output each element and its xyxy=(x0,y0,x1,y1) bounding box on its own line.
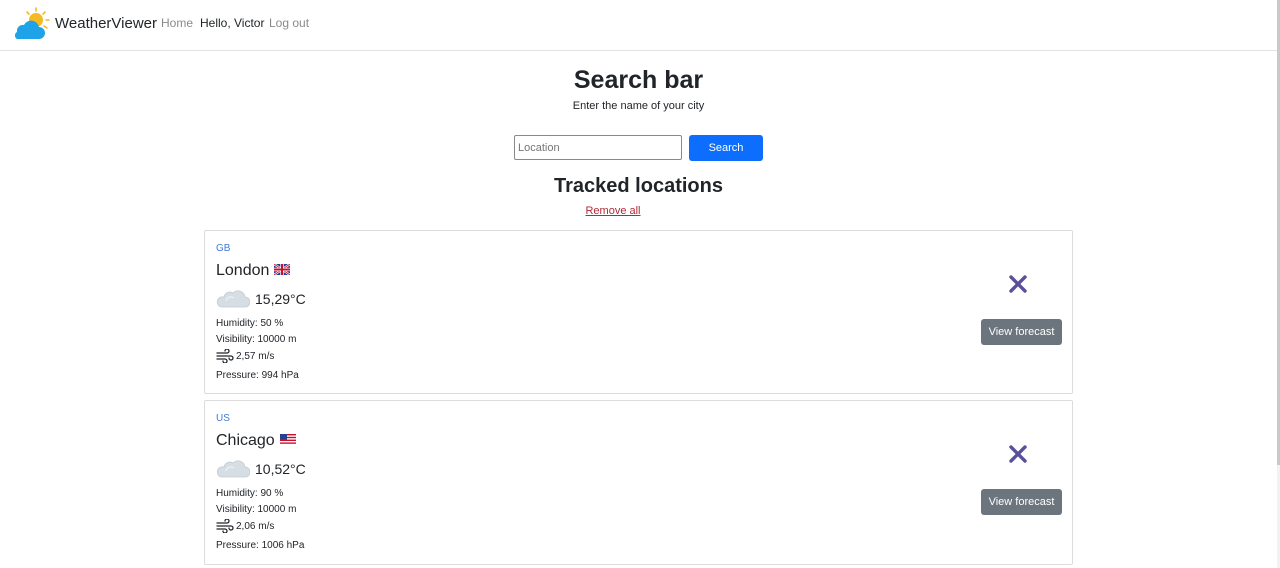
nav-home-link[interactable]: Home xyxy=(161,16,193,30)
visibility-value: Visibility: 10000 m xyxy=(216,334,297,345)
close-icon[interactable] xyxy=(1007,273,1029,295)
sun-cloud-icon xyxy=(14,7,50,39)
cloud-icon xyxy=(216,460,250,478)
wind-row: 2,57 m/s xyxy=(216,349,274,363)
remove-all-link[interactable]: Remove all xyxy=(0,205,1226,217)
country-code: US xyxy=(216,413,230,424)
brand-logo[interactable] xyxy=(11,7,53,41)
search-button[interactable]: Search xyxy=(689,135,763,161)
location-card: GB London 15,29°C Humidity: 50 % Visibil… xyxy=(204,230,1073,394)
wind-icon xyxy=(216,349,234,363)
close-icon[interactable] xyxy=(1007,443,1029,465)
humidity-value: Humidity: 50 % xyxy=(216,318,284,329)
wind-speed: 2,57 m/s xyxy=(236,350,275,362)
visibility-value: Visibility: 10000 m xyxy=(216,504,297,515)
location-input[interactable] xyxy=(514,135,682,160)
location-card: US Chicago 10,52°C Humidity: 90 % Visibi… xyxy=(204,400,1073,565)
pressure-value: Pressure: 994 hPa xyxy=(216,370,299,381)
brand-name[interactable]: WeatherViewer xyxy=(55,15,157,32)
city-name: Chicago xyxy=(216,432,275,449)
view-forecast-button[interactable]: View forecast xyxy=(981,319,1062,345)
wind-speed: 2,06 m/s xyxy=(236,520,275,532)
temperature-row: 15,29°C xyxy=(216,288,306,310)
user-greeting: Hello, Victor xyxy=(200,16,265,30)
tracked-locations-title: Tracked locations xyxy=(554,175,723,197)
us-flag-icon xyxy=(279,432,296,450)
temperature-value: 15,29°C xyxy=(255,291,306,307)
city-name-row: London xyxy=(216,262,292,280)
view-forecast-button[interactable]: View forecast xyxy=(981,489,1062,515)
pressure-value: Pressure: 1006 hPa xyxy=(216,540,305,551)
temperature-value: 10,52°C xyxy=(255,461,306,477)
search-title: Search bar xyxy=(573,66,704,94)
uk-flag-icon xyxy=(273,262,292,280)
cloud-icon xyxy=(216,290,250,308)
city-name-row: Chicago xyxy=(216,432,296,450)
temperature-row: 10,52°C xyxy=(216,458,306,480)
search-subtitle: Enter the name of your city xyxy=(572,100,705,112)
wind-row: 2,06 m/s xyxy=(216,519,274,533)
logout-link[interactable]: Log out xyxy=(269,16,309,30)
country-code: GB xyxy=(216,243,231,254)
navbar: WeatherViewer Home Hello, Victor Log out xyxy=(0,0,1280,51)
wind-icon xyxy=(216,519,234,533)
humidity-value: Humidity: 90 % xyxy=(216,488,284,499)
city-name: London xyxy=(216,262,270,279)
